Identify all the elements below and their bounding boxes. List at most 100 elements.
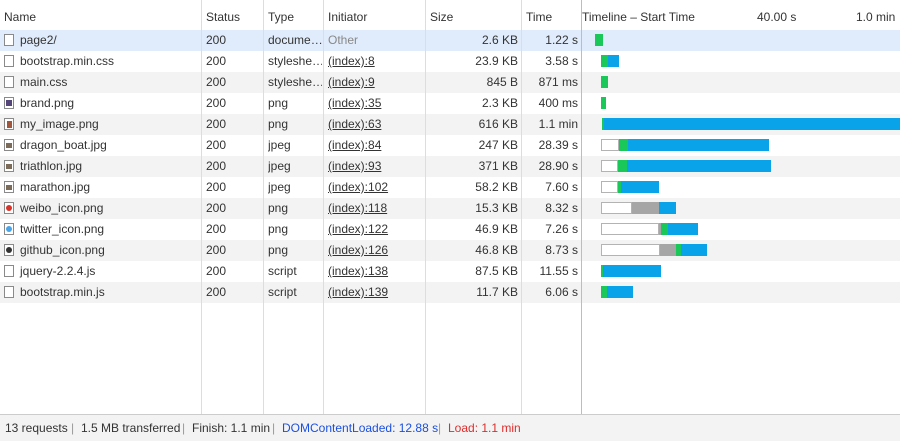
column-header-time[interactable]: Time (522, 0, 552, 30)
initiator-link[interactable]: (index):9 (328, 75, 375, 89)
document-icon (4, 34, 14, 46)
initiator-link[interactable]: (index):63 (328, 117, 381, 131)
summary-separator: | (272, 421, 276, 435)
request-row[interactable]: marathon.jpg 200 jpeg (index):102 58.2 KB 7.6… (0, 177, 900, 198)
request-row[interactable]: brand.png 200 png (index):35 2.3 KB 400 ms (0, 93, 900, 114)
timeline-bar-segment[interactable] (628, 139, 769, 151)
timeline-bar-segment[interactable] (619, 139, 628, 151)
timeline-bar-segment[interactable] (608, 55, 619, 67)
timeline-bar-segment[interactable] (601, 55, 608, 67)
request-name-cell[interactable]: page2/ (4, 30, 198, 51)
request-name: github_icon.png (20, 243, 105, 257)
request-row[interactable]: jquery-2.2.4.js 200 script (index):138 87.5 … (0, 261, 900, 282)
request-row[interactable]: dragon_boat.jpg 200 jpeg (index):84 247 KB 28… (0, 135, 900, 156)
request-size: 2.3 KB (481, 96, 518, 110)
initiator-text: Other (328, 33, 359, 47)
initiator-link[interactable]: (index):122 (328, 222, 388, 236)
column-header-status[interactable]: Status (202, 0, 240, 30)
request-row[interactable]: weibo_icon.png 200 png (index):118 15.3 KB 8.… (0, 198, 900, 219)
request-time: 1.1 min (538, 117, 578, 131)
column-header-timeline[interactable]: Timeline – Start Time (578, 0, 695, 30)
column-divider[interactable] (323, 0, 324, 414)
request-name-cell[interactable]: my_image.png (4, 114, 198, 135)
initiator-link[interactable]: (index):84 (328, 138, 381, 152)
request-row[interactable]: triathlon.jpg 200 jpeg (index):93 371 KB 28.9… (0, 156, 900, 177)
column-divider[interactable] (263, 0, 264, 414)
timeline-bar-segment[interactable] (601, 97, 606, 109)
request-row[interactable]: twitter_icon.png 200 png (index):122 46.9 KB… (0, 219, 900, 240)
initiator-link[interactable]: (index):139 (328, 285, 388, 299)
request-name-cell[interactable]: dragon_boat.jpg (4, 135, 198, 156)
column-divider[interactable] (581, 0, 582, 414)
timeline-bar-segment[interactable] (601, 76, 608, 88)
request-name-cell[interactable]: marathon.jpg (4, 177, 198, 198)
request-name-cell[interactable]: twitter_icon.png (4, 219, 198, 240)
request-initiator: (index):138 (328, 261, 424, 282)
column-divider[interactable] (425, 0, 426, 414)
timeline-bar-segment[interactable] (621, 181, 659, 193)
initiator-link[interactable]: (index):35 (328, 96, 381, 110)
column-header-size[interactable]: Size (426, 0, 453, 30)
timeline-bar-segment[interactable] (618, 160, 627, 172)
initiator-link[interactable]: (index):93 (328, 159, 381, 173)
request-row[interactable]: bootstrap.min.js 200 script (index):139 11.7… (0, 282, 900, 303)
column-divider[interactable] (521, 0, 522, 414)
request-name-cell[interactable]: triathlon.jpg (4, 156, 198, 177)
column-header-type[interactable]: Type (264, 0, 294, 30)
timeline-bar-segment[interactable] (601, 244, 660, 256)
initiator-link[interactable]: (index):126 (328, 243, 388, 257)
initiator-link[interactable]: (index):8 (328, 54, 375, 68)
request-row[interactable]: my_image.png 200 png (index):63 616 KB 1.1 mi… (0, 114, 900, 135)
request-name: marathon.jpg (20, 180, 91, 194)
timeline-bar-segment[interactable] (632, 202, 659, 214)
timeline-bar-segment[interactable] (601, 160, 618, 172)
timeline-bar-segment[interactable] (604, 118, 900, 130)
request-initiator: (index):63 (328, 114, 424, 135)
timeline-bar-segment[interactable] (668, 223, 698, 235)
request-name: jquery-2.2.4.js (20, 264, 96, 278)
request-row[interactable]: main.css 200 styleshe… (index):9 845 B 871 ms (0, 72, 900, 93)
request-name-cell[interactable]: bootstrap.min.css (4, 51, 198, 72)
request-status: 200 (206, 75, 227, 89)
timeline-tick-label: 40.00 s (757, 10, 797, 24)
timeline-bar-segment[interactable] (659, 202, 676, 214)
request-time: 8.32 s (545, 201, 578, 215)
request-type: png (268, 222, 289, 236)
timeline-bar-segment[interactable] (661, 223, 668, 235)
request-name: bootstrap.min.js (20, 285, 105, 299)
column-header-name[interactable]: Name (0, 0, 36, 30)
request-name-cell[interactable]: main.css (4, 72, 198, 93)
request-name-cell[interactable]: github_icon.png (4, 240, 198, 261)
initiator-link[interactable]: (index):138 (328, 264, 388, 278)
timeline-bar-segment[interactable] (601, 202, 632, 214)
request-name-cell[interactable]: weibo_icon.png (4, 198, 198, 219)
timeline-bar-segment[interactable] (607, 286, 633, 298)
request-row[interactable]: github_icon.png 200 png (index):126 46.8 KB 8… (0, 240, 900, 261)
request-name-cell[interactable]: brand.png (4, 93, 198, 114)
initiator-link[interactable]: (index):102 (328, 180, 388, 194)
request-initiator: (index):118 (328, 198, 424, 219)
column-header-initiator[interactable]: Initiator (324, 0, 367, 30)
request-name-cell[interactable]: jquery-2.2.4.js (4, 261, 198, 282)
request-status: 200 (206, 222, 227, 236)
timeline-bar-segment[interactable] (601, 139, 619, 151)
request-name-cell[interactable]: bootstrap.min.js (4, 282, 198, 303)
timeline-bar-segment[interactable] (660, 244, 676, 256)
document-icon (4, 55, 14, 67)
summary-separator: | (182, 421, 186, 435)
request-size: 11.7 KB (476, 285, 518, 299)
request-row[interactable]: bootstrap.min.css 200 styleshe… (index):8 23… (0, 51, 900, 72)
request-status: 200 (206, 33, 227, 47)
image-icon (4, 244, 14, 256)
timeline-bar-segment[interactable] (601, 223, 659, 235)
image-icon (4, 118, 14, 130)
timeline-bar-segment[interactable] (627, 160, 771, 172)
timeline-bar-segment[interactable] (601, 181, 618, 193)
timeline-bar-segment[interactable] (603, 265, 661, 277)
initiator-link[interactable]: (index):118 (328, 201, 387, 215)
timeline-bar-segment[interactable] (681, 244, 707, 256)
column-divider[interactable] (201, 0, 202, 414)
request-row[interactable]: page2/200 docume… Other 2.6 KB 1.22 s (0, 30, 900, 51)
request-size: 46.9 KB (475, 222, 518, 236)
timeline-bar-segment[interactable] (595, 34, 603, 46)
